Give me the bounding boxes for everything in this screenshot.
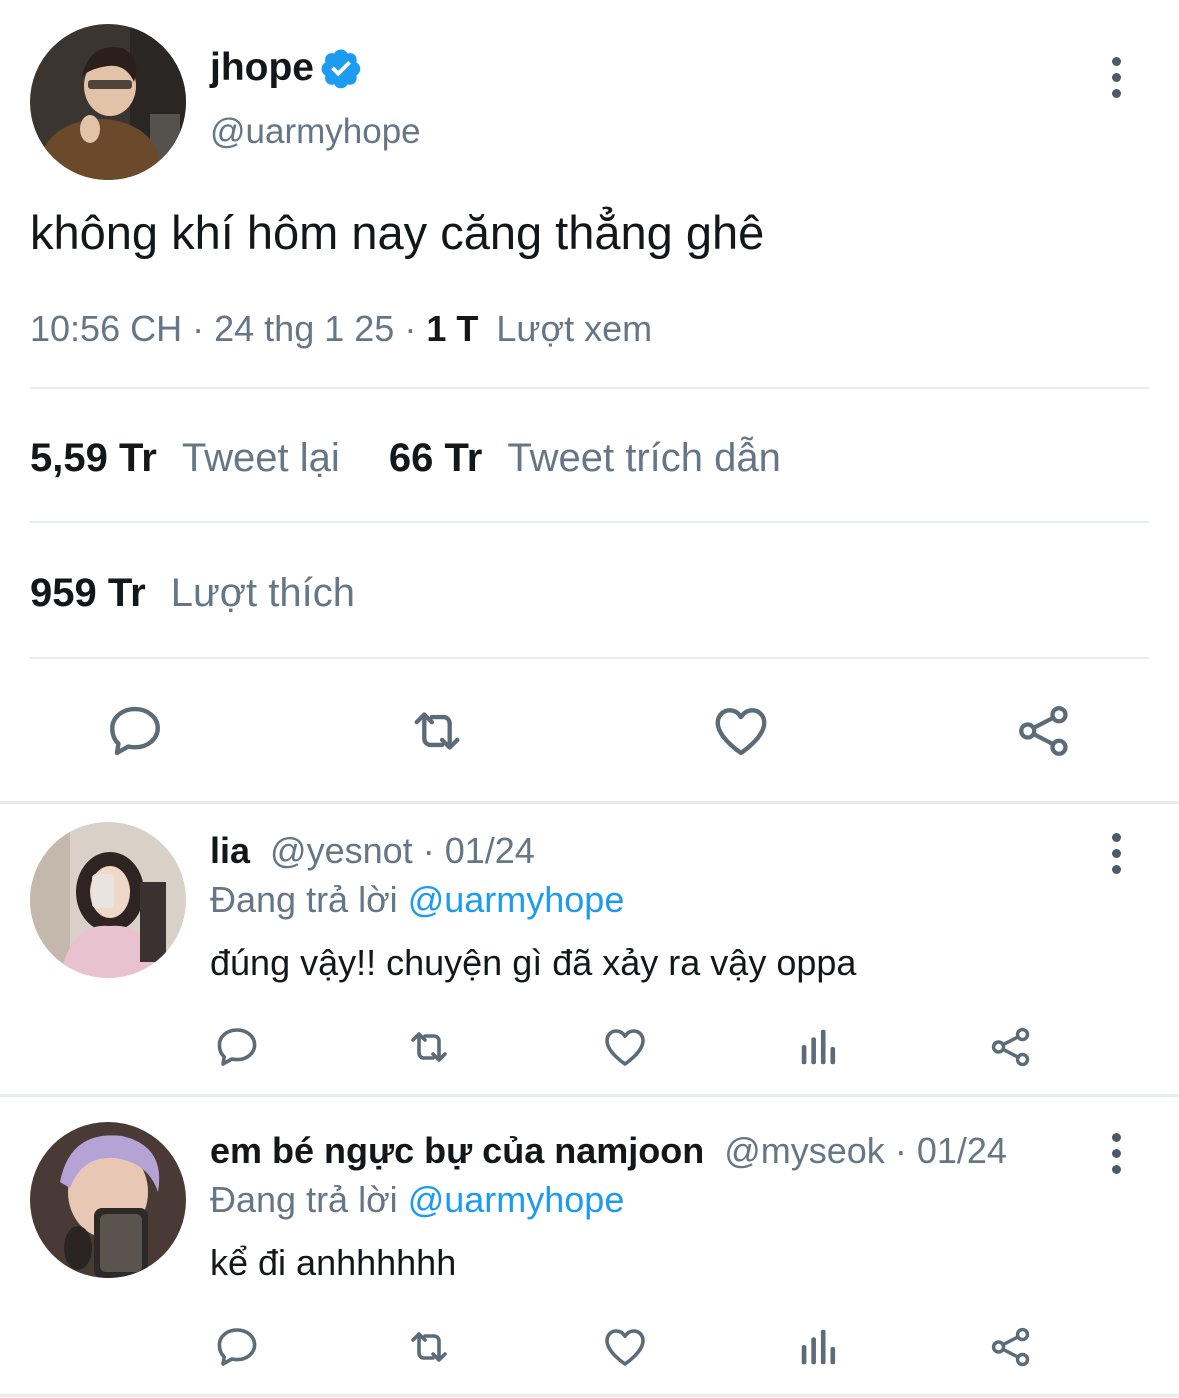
reply-header: em bé ngực bự của namjoon @myseok · 01/2… [210,1129,1007,1173]
replying-to-link[interactable]: @uarmyhope [408,1179,625,1220]
analytics-icon[interactable] [796,1323,842,1371]
author-name[interactable]: jhope [210,44,314,92]
tweet-text: không khí hôm nay căng thẳng ghê [30,206,765,259]
reply-icon[interactable] [213,1023,261,1071]
share-icon[interactable] [988,1323,1034,1371]
retweets-count[interactable]: 5,59 Tr [30,436,157,480]
retweet-icon[interactable] [404,700,470,762]
verified-badge-icon [319,46,363,90]
tweet-time: 10:56 CH [30,308,183,349]
reply-icon[interactable] [213,1323,261,1371]
share-icon[interactable] [1014,700,1074,762]
views-count[interactable]: 1 T [426,308,478,349]
analytics-icon[interactable] [796,1023,842,1071]
reply-more-options-icon[interactable] [1104,833,1128,874]
like-icon[interactable] [600,1023,650,1071]
divider [30,521,1149,523]
more-options-icon[interactable] [1104,57,1128,98]
likes-count[interactable]: 959 Tr [30,571,146,615]
replying-prefix: Đang trả lời [210,879,398,920]
reply-author-handle[interactable]: @myseok [724,1130,885,1171]
replying-to-line: Đang trả lời @uarmyhope [210,1178,624,1222]
likes-label[interactable]: Lượt thích [171,571,355,615]
like-icon[interactable] [600,1323,650,1371]
separator: · [404,308,417,349]
reply-text: kể đi anhhhhhh [210,1242,457,1283]
stats-row-likes: 959 Tr Lượt thích [30,569,355,617]
quotes-label[interactable]: Tweet trích dẫn [507,436,780,480]
section-divider [0,1394,1179,1397]
reply-date: 01/24 [916,1130,1007,1171]
divider [30,657,1149,659]
reply-header: lia @yesnot · 01/24 [210,829,535,873]
replying-to-line: Đang trả lời @uarmyhope [210,878,624,922]
reply-avatar[interactable] [30,1122,186,1278]
reply-date: 01/24 [444,830,535,871]
separator: · [422,830,435,871]
section-divider [0,1094,1179,1097]
tweet-meta: 10:56 CH · 24 thg 1 25 · 1 T Lượt xem [30,307,652,351]
reply-author-name[interactable]: em bé ngực bự của namjoon [210,1130,704,1171]
retweet-icon[interactable] [401,1023,457,1071]
separator: · [192,308,205,349]
divider [30,387,1149,389]
retweets-label[interactable]: Tweet lại [182,436,340,480]
replying-to-link[interactable]: @uarmyhope [408,879,625,920]
reply-avatar[interactable] [30,822,186,978]
separator: · [894,1130,907,1171]
replying-prefix: Đang trả lời [210,1179,398,1220]
tweet-date: 24 thg 1 25 [214,308,395,349]
author-handle[interactable]: @uarmyhope [210,110,421,154]
reply-icon[interactable] [104,700,166,762]
reply-more-options-icon[interactable] [1104,1133,1128,1174]
like-icon[interactable] [709,700,773,762]
reply-author-name[interactable]: lia [210,830,250,871]
views-label: Lượt xem [496,308,653,349]
stats-row-shares: 5,59 Tr Tweet lại 66 Tr Tweet trích dẫn [30,434,781,482]
quotes-count[interactable]: 66 Tr [389,436,482,480]
reply-text: đúng vậy!! chuyện gì đã xảy ra vậy oppa [210,942,857,983]
author-avatar[interactable] [30,24,186,180]
section-divider [0,801,1179,804]
reply-author-handle[interactable]: @yesnot [270,830,413,871]
retweet-icon[interactable] [401,1323,457,1371]
share-icon[interactable] [988,1023,1034,1071]
